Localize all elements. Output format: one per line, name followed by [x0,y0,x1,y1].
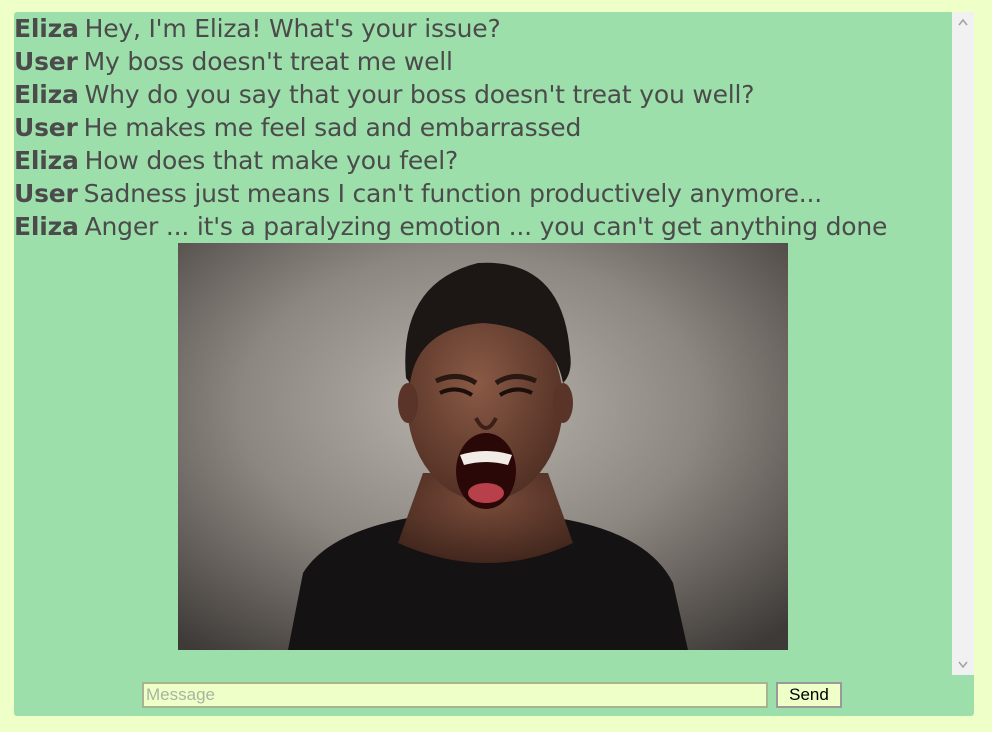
photo-illustration [178,243,788,650]
message-text: Why do you say that your boss doesn't tr… [84,80,755,109]
chat-panel: Eliza Hey, I'm Eliza! What's your issue? … [14,12,974,716]
message-text: My boss doesn't treat me well [83,47,453,76]
chat-message: Eliza Anger ... it's a paralyzing emotion… [14,210,952,243]
send-button[interactable]: Send [776,682,842,708]
message-speaker: Eliza [14,212,79,241]
message-text: Sadness just means I can't function prod… [83,179,823,208]
message-speaker: Eliza [14,80,79,109]
chevron-up-icon[interactable] [952,12,974,32]
message-input[interactable] [142,682,768,708]
message-text: How does that make you feel? [84,146,459,175]
message-speaker: Eliza [14,14,79,43]
chat-scrollbar[interactable] [952,12,974,675]
chevron-down-icon[interactable] [952,655,974,675]
message-speaker: Eliza [14,146,79,175]
chat-message: Eliza Why do you say that your boss doesn… [14,78,952,111]
message-composer: Send [142,680,842,710]
message-text: Hey, I'm Eliza! What's your issue? [84,14,501,43]
chat-message: User My boss doesn't treat me well [14,45,952,78]
message-speaker: User [14,47,78,76]
message-speaker: User [14,113,78,142]
chat-message: User He makes me feel sad and embarrassed [14,111,952,144]
chat-log[interactable]: Eliza Hey, I'm Eliza! What's your issue? … [14,12,952,675]
message-text: Anger ... it's a paralyzing emotion ... … [84,212,888,241]
chat-message: User Sadness just means I can't function … [14,177,952,210]
chat-message: Eliza How does that make you feel? [14,144,952,177]
message-text: He makes me feel sad and embarrassed [83,113,582,142]
chat-message: Eliza Hey, I'm Eliza! What's your issue? [14,12,952,45]
screaming-woman-photo [178,243,788,650]
message-speaker: User [14,179,78,208]
